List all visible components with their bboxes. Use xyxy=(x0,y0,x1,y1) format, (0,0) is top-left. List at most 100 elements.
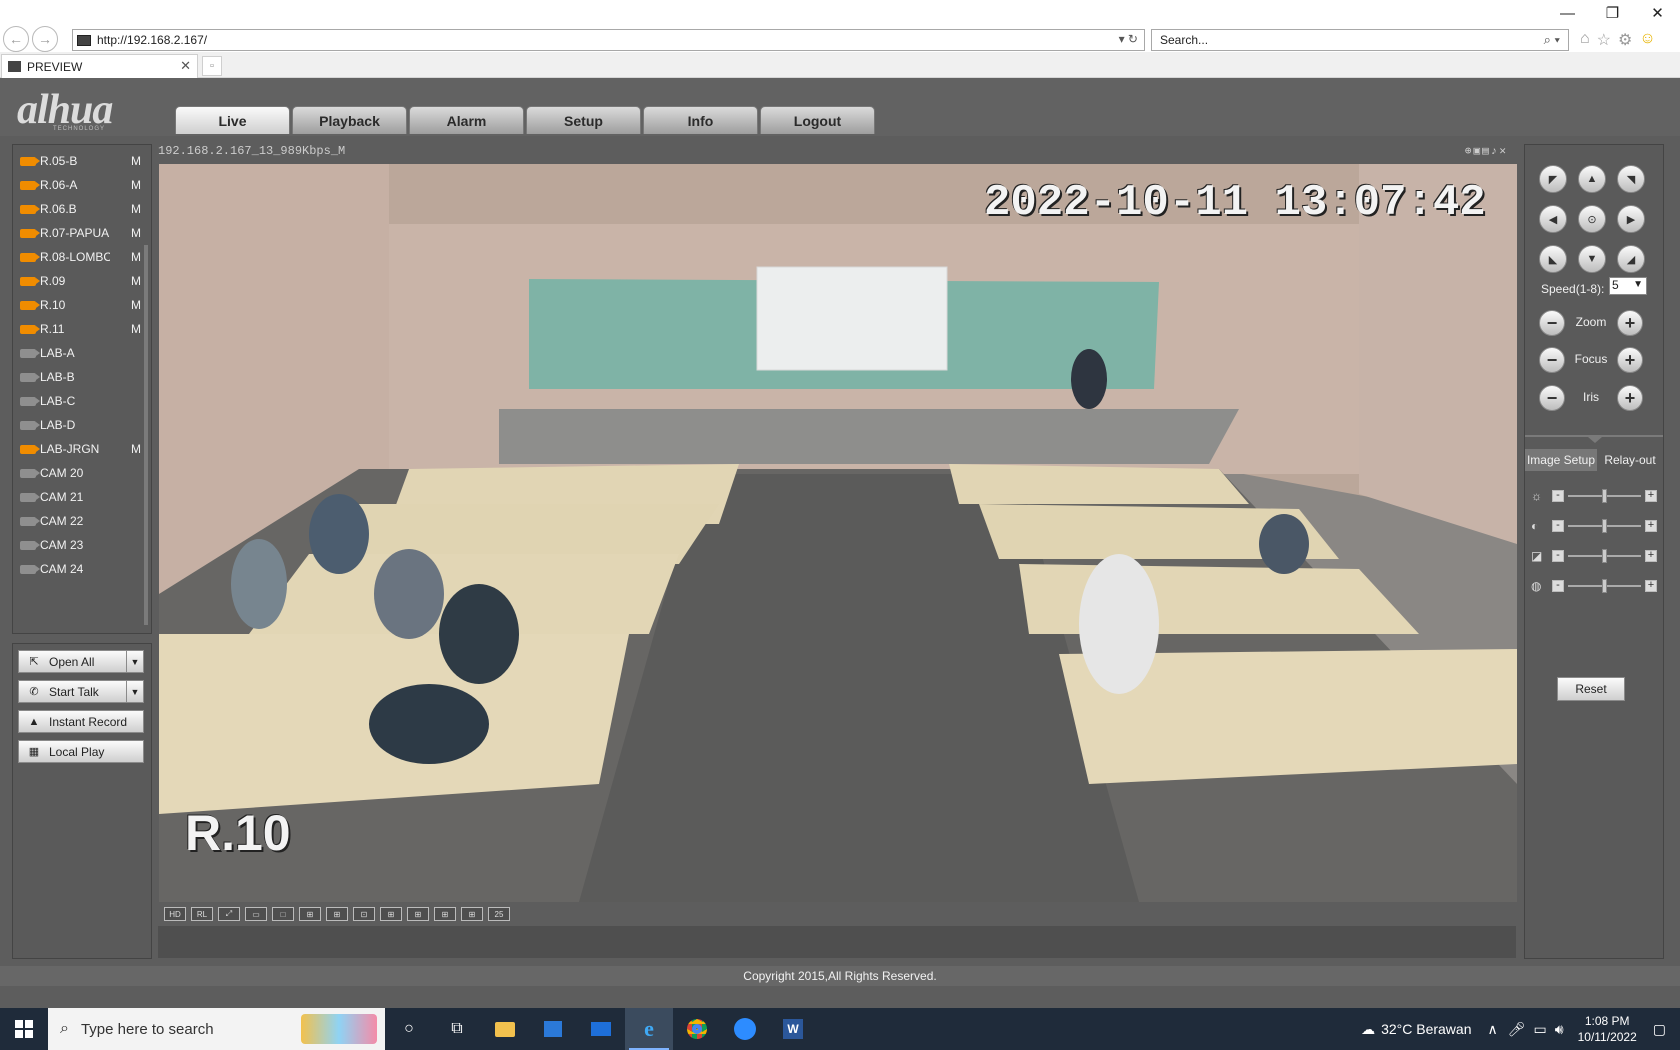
local-play-button[interactable]: ▦ Local Play xyxy=(18,740,144,763)
word-icon[interactable]: W xyxy=(769,1008,817,1050)
layout-button[interactable]: ⊞ xyxy=(434,907,456,921)
cortana-icon[interactable]: ○ xyxy=(385,1008,433,1050)
start-talk-button[interactable]: ✆ Start Talk ▼ xyxy=(18,680,144,703)
brightness-decrease[interactable]: - xyxy=(1552,490,1564,502)
menu-logout[interactable]: Logout xyxy=(760,106,875,134)
microphone-icon[interactable]: 🎤︎ xyxy=(1508,1021,1526,1038)
ptz-down-right-button[interactable]: ◢ xyxy=(1617,245,1645,273)
channel-item[interactable]: R.07-PAPUA M xyxy=(13,221,151,245)
brightness-increase[interactable]: + xyxy=(1645,490,1657,502)
zoom-icon[interactable]: ⊕ xyxy=(1465,146,1474,158)
mail-icon[interactable] xyxy=(577,1008,625,1050)
layout-button[interactable]: ⊞ xyxy=(299,907,321,921)
channel-item[interactable]: CAM 23 xyxy=(13,533,151,557)
layout-button[interactable]: □ xyxy=(272,907,294,921)
file-explorer-icon[interactable] xyxy=(481,1008,529,1050)
refresh-icon[interactable]: ▾ ↻ xyxy=(1119,32,1138,46)
layout-button[interactable]: ⤢ xyxy=(218,907,240,921)
notification-icon[interactable]: ▢ xyxy=(1653,1021,1666,1038)
ptz-auto-button[interactable]: ⊙ xyxy=(1578,205,1606,233)
channel-list-scrollbar[interactable] xyxy=(144,245,148,625)
minimize-button[interactable]: — xyxy=(1545,0,1590,26)
restore-button[interactable]: ❐ xyxy=(1590,0,1635,26)
close-tab-icon[interactable]: ✕ xyxy=(180,58,191,74)
chrome-icon[interactable] xyxy=(673,1008,721,1050)
reset-button[interactable]: Reset xyxy=(1557,677,1625,701)
channel-item[interactable]: R.05-B M xyxy=(13,149,151,173)
slider-thumb[interactable] xyxy=(1601,489,1607,503)
channel-item[interactable]: LAB-JRGN M xyxy=(13,437,151,461)
speed-select[interactable]: 5 ▼ xyxy=(1609,277,1647,295)
focus-far-button[interactable]: + xyxy=(1617,347,1643,373)
layout-button[interactable]: ⊡ xyxy=(353,907,375,921)
channel-item[interactable]: R.09 M xyxy=(13,269,151,293)
microsoft-store-icon[interactable] xyxy=(529,1008,577,1050)
saturation-slider[interactable]: ◪ - + xyxy=(1531,548,1657,564)
ptz-down-button[interactable]: ▼ xyxy=(1578,245,1606,273)
channel-item[interactable]: LAB-C xyxy=(13,389,151,413)
layout-button[interactable]: ▭ xyxy=(245,907,267,921)
channel-item[interactable]: LAB-D xyxy=(13,413,151,437)
open-all-button[interactable]: ⇱ Open All ▼ xyxy=(18,650,144,673)
gear-icon[interactable]: ⚙ xyxy=(1618,30,1632,50)
record-icon[interactable]: ▤ xyxy=(1482,146,1491,158)
layout-button[interactable]: ⊞ xyxy=(380,907,402,921)
slider-thumb[interactable] xyxy=(1601,579,1607,593)
forward-button[interactable]: → xyxy=(32,26,58,52)
address-bar[interactable]: http://192.168.2.167/ ▾ ↻ xyxy=(72,29,1145,51)
task-view-icon[interactable]: ⧉ xyxy=(433,1008,481,1050)
saturation-decrease[interactable]: - xyxy=(1552,550,1564,562)
zoom-app-icon[interactable] xyxy=(721,1008,769,1050)
snapshot-icon[interactable]: ▣ xyxy=(1474,146,1483,158)
new-tab-button[interactable]: ▫ xyxy=(202,56,222,76)
open-all-dropdown-icon[interactable]: ▼ xyxy=(126,651,143,672)
channel-item[interactable]: R.08-LOMBOK M xyxy=(13,245,151,269)
tab-preview[interactable]: PREVIEW ✕ xyxy=(1,54,198,78)
layout-button[interactable]: 25 xyxy=(488,907,510,921)
zoom-out-button[interactable]: − xyxy=(1539,310,1565,336)
hue-decrease[interactable]: - xyxy=(1552,580,1564,592)
zoom-in-button[interactable]: + xyxy=(1617,310,1643,336)
slider-thumb[interactable] xyxy=(1601,519,1607,533)
weather-text[interactable]: 32°C Berawan xyxy=(1381,1021,1471,1037)
network-icon[interactable]: ▭ xyxy=(1534,1021,1547,1038)
chevron-up-icon[interactable]: ∧ xyxy=(1488,1021,1498,1038)
focus-near-button[interactable]: − xyxy=(1539,347,1565,373)
feedback-smiley-icon[interactable]: ☺ xyxy=(1639,30,1655,50)
contrast-decrease[interactable]: - xyxy=(1552,520,1564,532)
channel-item[interactable]: CAM 22 xyxy=(13,509,151,533)
brightness-slider[interactable]: ☼ - + xyxy=(1531,488,1657,504)
start-talk-dropdown-icon[interactable]: ▼ xyxy=(126,681,143,702)
ptz-up-left-button[interactable]: ◤ xyxy=(1539,165,1567,193)
iris-open-button[interactable]: + xyxy=(1617,385,1643,411)
channel-item[interactable]: R.06.B M xyxy=(13,197,151,221)
tab-image-setup[interactable]: Image Setup xyxy=(1525,449,1597,471)
back-button[interactable]: ← xyxy=(3,26,29,52)
taskbar-search[interactable]: ⌕ Type here to search xyxy=(48,1008,385,1050)
layout-button[interactable]: ⊞ xyxy=(326,907,348,921)
layout-button[interactable]: ⊞ xyxy=(461,907,483,921)
channel-item[interactable]: CAM 20 xyxy=(13,461,151,485)
search-box[interactable]: Search... ⌕ ▾ xyxy=(1151,29,1569,51)
close-video-icon[interactable]: ✕ xyxy=(1499,146,1508,158)
layout-button[interactable]: ⊞ xyxy=(407,907,429,921)
iris-close-button[interactable]: − xyxy=(1539,385,1565,411)
ptz-down-left-button[interactable]: ◣ xyxy=(1539,245,1567,273)
clock[interactable]: 1:08 PM 10/11/2022 xyxy=(1578,1013,1637,1045)
channel-item[interactable]: CAM 24 xyxy=(13,557,151,581)
channel-item[interactable]: R.11 M xyxy=(13,317,151,341)
collapse-divider[interactable] xyxy=(1525,435,1663,445)
menu-live[interactable]: Live xyxy=(175,106,290,134)
contrast-increase[interactable]: + xyxy=(1645,520,1657,532)
close-window-button[interactable]: ✕ xyxy=(1635,0,1680,26)
saturation-increase[interactable]: + xyxy=(1645,550,1657,562)
ptz-up-button[interactable]: ▲ xyxy=(1578,165,1606,193)
volume-icon[interactable]: 🔊︎ xyxy=(1555,1021,1564,1038)
internet-explorer-icon[interactable]: e xyxy=(625,1008,673,1050)
layout-button[interactable]: RL xyxy=(191,907,213,921)
channel-item[interactable]: LAB-A xyxy=(13,341,151,365)
contrast-slider[interactable]: ◐ - + xyxy=(1531,518,1657,534)
channel-item[interactable]: CAM 21 xyxy=(13,485,151,509)
instant-record-button[interactable]: ▲ Instant Record xyxy=(18,710,144,733)
hue-slider[interactable]: ◍ - + xyxy=(1531,578,1657,594)
